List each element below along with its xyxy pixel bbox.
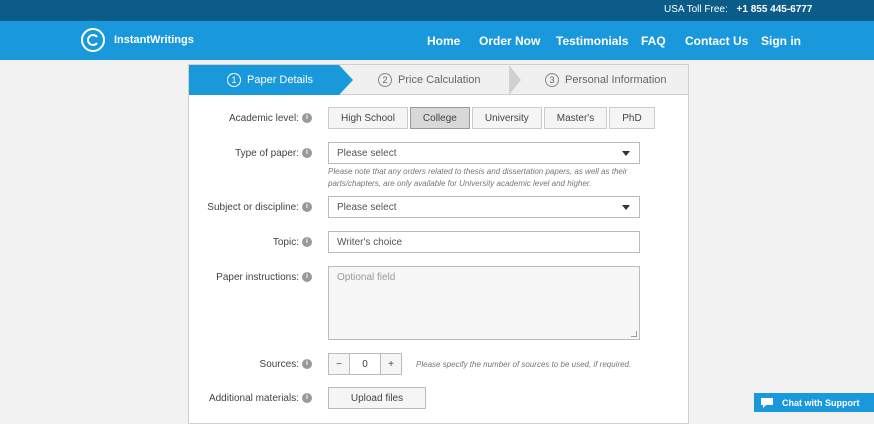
caret-down-icon xyxy=(622,205,630,210)
step-label: Personal Information xyxy=(565,74,667,86)
order-steps: 1 Paper Details 2 Price Calculation 3 Pe… xyxy=(189,65,688,95)
select-value: Please select xyxy=(337,201,397,213)
info-icon[interactable]: i xyxy=(302,148,312,158)
logo-icon xyxy=(81,28,105,52)
level-university[interactable]: University xyxy=(471,107,542,129)
step-arrow xyxy=(339,65,353,95)
info-icon[interactable]: i xyxy=(302,237,312,247)
info-icon[interactable]: i xyxy=(302,393,312,403)
type-of-paper-select[interactable]: Please select xyxy=(328,142,640,164)
sources-stepper: − 0 + xyxy=(328,353,402,375)
nav-sign-in[interactable]: Sign in xyxy=(761,34,801,48)
info-icon[interactable]: i xyxy=(302,272,312,282)
step-number: 1 xyxy=(227,73,241,87)
resize-grip-icon[interactable] xyxy=(631,331,637,337)
top-bar: USA Toll Free: +1 855 445-6777 xyxy=(0,0,874,21)
chat-label: Chat with Support xyxy=(782,397,860,408)
increment-button[interactable]: + xyxy=(380,353,402,375)
main-nav: InstantWritings Home Order Now Testimoni… xyxy=(0,21,874,60)
textarea-placeholder: Optional field xyxy=(337,272,396,283)
nav-order-now[interactable]: Order Now xyxy=(479,34,540,48)
step-label: Paper Details xyxy=(247,74,314,86)
sources-label: Sources: xyxy=(259,359,299,370)
sources-note: Please specify the number of sources to … xyxy=(416,360,632,369)
step-number: 3 xyxy=(545,73,559,87)
nav-faq[interactable]: FAQ xyxy=(641,34,666,48)
academic-level-selector: High School College University Master's … xyxy=(328,107,655,129)
paper-instructions-label: Paper instructions: xyxy=(216,272,299,283)
upload-files-button[interactable]: Upload files xyxy=(328,387,426,409)
order-form-card: 1 Paper Details 2 Price Calculation 3 Pe… xyxy=(188,64,689,424)
chat-with-support-button[interactable]: Chat with Support xyxy=(754,393,874,412)
note-line: parts/chapters, are only available for U… xyxy=(328,179,592,188)
level-college[interactable]: College xyxy=(409,107,470,129)
sources-value[interactable]: 0 xyxy=(350,353,380,375)
step-label: Price Calculation xyxy=(398,74,481,86)
subject-label: Subject or discipline: xyxy=(207,202,299,213)
type-of-paper-note: Please note that any orders related to t… xyxy=(328,166,627,190)
subject-select[interactable]: Please select xyxy=(328,196,640,218)
topic-input[interactable]: Writer's choice xyxy=(328,231,640,253)
level-phd[interactable]: PhD xyxy=(609,107,655,129)
chat-bubble-icon xyxy=(761,397,773,408)
step-price-calculation[interactable]: 2 Price Calculation xyxy=(378,65,481,95)
type-of-paper-label: Type of paper: xyxy=(235,148,299,159)
step-arrow xyxy=(509,65,521,95)
info-icon[interactable]: i xyxy=(302,113,312,123)
phone-info: USA Toll Free: +1 855 445-6777 xyxy=(664,4,812,15)
step-paper-details[interactable]: 1 Paper Details xyxy=(189,65,339,95)
nav-contact-us[interactable]: Contact Us xyxy=(685,34,748,48)
brand-name: InstantWritings xyxy=(114,34,194,46)
info-icon[interactable]: i xyxy=(302,359,312,369)
brand-logo[interactable]: InstantWritings xyxy=(80,27,194,53)
phone-number[interactable]: +1 855 445-6777 xyxy=(737,4,813,15)
nav-testimonials[interactable]: Testimonials xyxy=(556,34,628,48)
caret-down-icon xyxy=(622,151,630,156)
additional-materials-label: Additional materials: xyxy=(208,393,299,404)
topic-label: Topic: xyxy=(272,237,299,248)
level-high-school[interactable]: High School xyxy=(328,107,408,129)
info-icon[interactable]: i xyxy=(302,202,312,212)
nav-home[interactable]: Home xyxy=(427,34,460,48)
select-value: Please select xyxy=(337,147,397,159)
step-number: 2 xyxy=(378,73,392,87)
academic-level-label: Academic level: xyxy=(228,113,299,124)
step-personal-information[interactable]: 3 Personal Information xyxy=(545,65,667,95)
paper-instructions-textarea[interactable]: Optional field xyxy=(328,266,640,340)
note-line: Please note that any orders related to t… xyxy=(328,167,628,176)
phone-label: USA Toll Free: xyxy=(664,4,728,15)
decrement-button[interactable]: − xyxy=(328,353,350,375)
level-masters[interactable]: Master's xyxy=(543,107,608,129)
